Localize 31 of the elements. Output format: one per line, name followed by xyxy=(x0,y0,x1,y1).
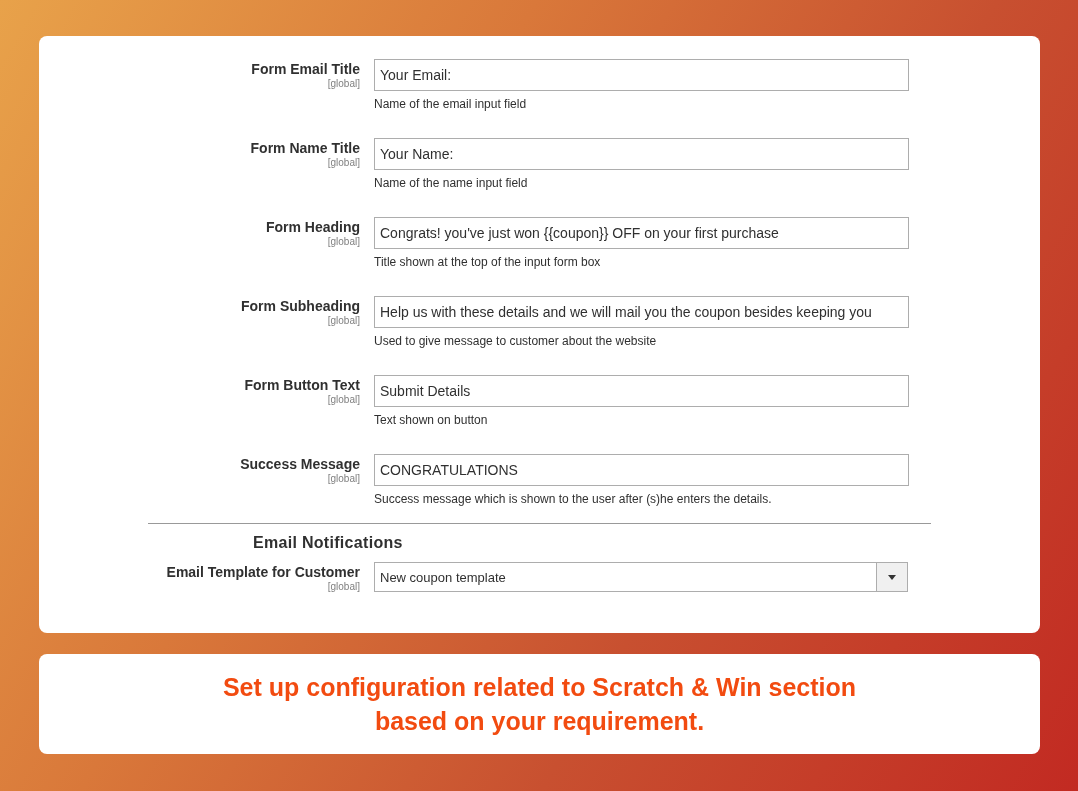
field-label: Form Heading xyxy=(265,219,360,235)
scope-label: [global] xyxy=(327,473,360,484)
field-label: Form Name Title xyxy=(250,140,360,156)
scope-label: [global] xyxy=(327,157,360,168)
text-field[interactable]: Help us with these details and we will mail you the coupon besides keeping you xyxy=(374,296,909,328)
field-hint: Used to give message to customer about the website xyxy=(374,334,658,348)
field-hint: Name of the email input field xyxy=(374,97,528,111)
template-dropdown[interactable]: New coupon template xyxy=(374,562,908,592)
text-field[interactable]: Congrats! you've just won {{coupon}} OFF on your first purchase xyxy=(374,217,909,249)
dropdown-caret-icon xyxy=(888,574,896,580)
text-field[interactable]: Submit Details xyxy=(374,375,909,407)
caption-text: Set up configuration related to Scratch & Win section xyxy=(222,672,857,703)
text-field[interactable]: CONGRATULATIONS xyxy=(374,454,909,486)
scope-label: [global] xyxy=(327,236,360,247)
field-hint: Text shown on button xyxy=(374,413,489,427)
scope-label: [global] xyxy=(327,581,360,592)
scope-label: [global] xyxy=(327,78,360,89)
field-label: Email Template for Customer xyxy=(166,564,360,580)
section-heading: Email Notifications xyxy=(252,534,404,552)
scope-label: [global] xyxy=(327,315,360,326)
text-field[interactable]: Your Name: xyxy=(374,138,909,170)
field-label: Success Message xyxy=(240,456,360,472)
field-label: Form Subheading xyxy=(241,298,360,314)
field-label: Form Button Text xyxy=(244,377,360,393)
field-hint: Title shown at the top of the input form box xyxy=(374,255,602,269)
field-hint: Name of the name input field xyxy=(374,176,529,190)
field-label: Form Email Title xyxy=(251,61,360,77)
text-field[interactable]: Your Email: xyxy=(374,59,909,91)
caption-text: based on your requirement. xyxy=(374,706,705,737)
scope-label: [global] xyxy=(327,394,360,405)
field-hint: Success message which is shown to the user after (s)he enters the details. xyxy=(374,492,773,506)
